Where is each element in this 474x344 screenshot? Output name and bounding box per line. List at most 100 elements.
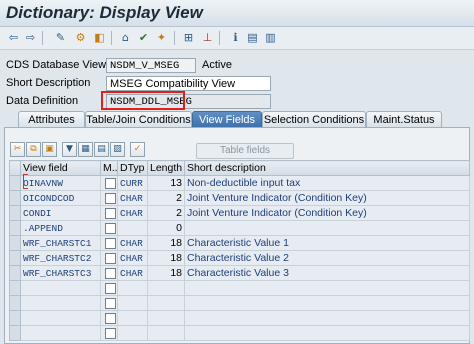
table-row[interactable]: OICONDCOD CHAR 2 Joint Venture Indicator (C… (9, 190, 470, 206)
checkbox[interactable] (105, 327, 116, 339)
table-row[interactable] (9, 310, 470, 326)
tab-view-fields[interactable]: View Fields (192, 111, 262, 127)
short-description-header[interactable]: Short description (184, 160, 470, 176)
table-row[interactable] (9, 295, 470, 311)
insert-row-icon[interactable]: ▤ (94, 142, 109, 157)
view-field-cell[interactable]: WRF_CHARSTC1 (20, 235, 101, 251)
row-selector[interactable] (9, 280, 21, 296)
table-row[interactable]: .APPEND 0 (9, 220, 470, 236)
view-field-cell[interactable]: CONDI (20, 205, 101, 221)
checkbox[interactable] (105, 222, 116, 234)
table-grid-icon[interactable]: ▥ (263, 30, 278, 45)
activate-icon[interactable]: ✦ (154, 30, 169, 45)
view-field-cell[interactable] (20, 310, 101, 326)
table-fields-button[interactable]: Table fields (196, 143, 294, 159)
where-used-icon[interactable]: ⌂ (118, 30, 133, 45)
short-description-field[interactable]: MSEG Compatibility View (106, 76, 271, 91)
checkbox[interactable] (105, 192, 116, 204)
description-cell (184, 295, 470, 311)
paste-icon[interactable]: ▣ (42, 142, 57, 157)
short-description-label: Short Description (6, 77, 91, 89)
hierarchy2-icon[interactable]: ⊥ (200, 30, 215, 45)
table-row[interactable] (9, 280, 470, 296)
checkbox[interactable] (105, 252, 116, 264)
view-field-header[interactable]: View field (20, 160, 101, 176)
dtyp-cell (117, 325, 148, 341)
row-selector[interactable] (9, 250, 21, 266)
mod-cell[interactable] (100, 265, 118, 281)
checkbox[interactable] (105, 207, 116, 219)
display-change-icon[interactable]: ⚙ (73, 30, 88, 45)
forward-arrow-icon[interactable]: ⇨ (23, 30, 38, 45)
copy-icon[interactable]: ⧉ (26, 142, 41, 157)
window-title: Dictionary: Display View (6, 3, 203, 22)
table-row[interactable]: OINAVNW CURR 13 Non-deductible input tax (9, 175, 470, 191)
mod-cell[interactable] (100, 175, 118, 191)
mod-cell[interactable] (100, 310, 118, 326)
checkbox[interactable] (105, 282, 116, 294)
cut-icon[interactable]: ✂ (10, 142, 25, 157)
tab-attributes[interactable]: Attributes (18, 111, 85, 127)
row-selector[interactable] (9, 205, 21, 221)
view-field-cell[interactable]: OICONDCOD (20, 190, 101, 206)
check-icon[interactable]: ✔ (136, 30, 151, 45)
checkbox[interactable] (105, 237, 116, 249)
view-field-cell[interactable] (20, 280, 101, 296)
delete-row-icon[interactable]: ▨ (110, 142, 125, 157)
mod-cell[interactable] (100, 295, 118, 311)
row-selector[interactable] (9, 310, 21, 326)
row-selector[interactable] (9, 190, 21, 206)
mod-cell[interactable] (100, 280, 118, 296)
dtyp-header[interactable]: DTyp (117, 160, 148, 176)
checkbox[interactable] (105, 267, 116, 279)
mod-cell[interactable] (100, 220, 118, 236)
mod-header[interactable]: M... (100, 160, 118, 176)
view-field-cell[interactable]: WRF_CHARSTC2 (20, 250, 101, 266)
row-selector-header[interactable] (9, 160, 21, 176)
tab-table-join-conditions[interactable]: Table/Join Conditions (85, 111, 192, 127)
length-cell (147, 310, 185, 326)
checkbox[interactable] (105, 297, 116, 309)
length-cell: 2 (147, 190, 185, 206)
tab-strip: Attributes Table/Join Conditions View Fi… (0, 111, 474, 127)
view-field-cell[interactable]: WRF_CHARSTC3 (20, 265, 101, 281)
view-field-cell[interactable]: .APPEND (20, 220, 101, 236)
row-selector[interactable] (9, 265, 21, 281)
row-selector[interactable] (9, 175, 21, 191)
row-selector[interactable] (9, 325, 21, 341)
view-field-cell[interactable] (20, 325, 101, 341)
tab-selection-conditions[interactable]: Selection Conditions (262, 111, 366, 127)
row-selector[interactable] (9, 295, 21, 311)
table-row[interactable]: WRF_CHARSTC2 CHAR 18 Characteristic Value 2 (9, 250, 470, 266)
other-icon[interactable]: ▤ (245, 30, 260, 45)
row-selector[interactable] (9, 220, 21, 236)
back-arrow-icon[interactable]: ⇦ (6, 30, 21, 45)
mod-cell[interactable] (100, 205, 118, 221)
edit-glasses-icon[interactable]: ✎ (53, 30, 68, 45)
other-object-icon[interactable]: ◧ (92, 30, 107, 45)
sort-icon[interactable]: ▦ (78, 142, 93, 157)
mod-cell[interactable] (100, 325, 118, 341)
tab-maint-status[interactable]: Maint.Status (366, 111, 442, 127)
mod-cell[interactable] (100, 250, 118, 266)
check-list-icon[interactable]: ✓ (130, 142, 145, 157)
filter-icon[interactable]: ▼ (62, 142, 77, 157)
view-field-cell[interactable]: OINAVNW (20, 175, 101, 191)
toolbar-separator (111, 31, 112, 45)
mod-cell[interactable] (100, 235, 118, 251)
table-row[interactable]: CONDI CHAR 2 Joint Venture Indicator (Condi… (9, 205, 470, 221)
row-selector[interactable] (9, 235, 21, 251)
table-row[interactable] (9, 325, 470, 341)
checkbox[interactable] (105, 177, 116, 189)
length-cell: 18 (147, 265, 185, 281)
mod-cell[interactable] (100, 190, 118, 206)
hierarchy-icon[interactable]: ⊞ (181, 30, 196, 45)
table-row[interactable]: WRF_CHARSTC1 CHAR 18 Characteristic Value 1 (9, 235, 470, 251)
info-icon[interactable]: ℹ (228, 30, 243, 45)
cds-view-field[interactable]: NSDM_V_MSEG (106, 58, 196, 73)
table-row[interactable]: WRF_CHARSTC3 CHAR 18 Characteristic Value 3 (9, 265, 470, 281)
description-cell: Joint Venture Indicator (Condition Key) (184, 205, 470, 221)
view-field-cell[interactable] (20, 295, 101, 311)
length-header[interactable]: Length (147, 160, 185, 176)
checkbox[interactable] (105, 312, 116, 324)
